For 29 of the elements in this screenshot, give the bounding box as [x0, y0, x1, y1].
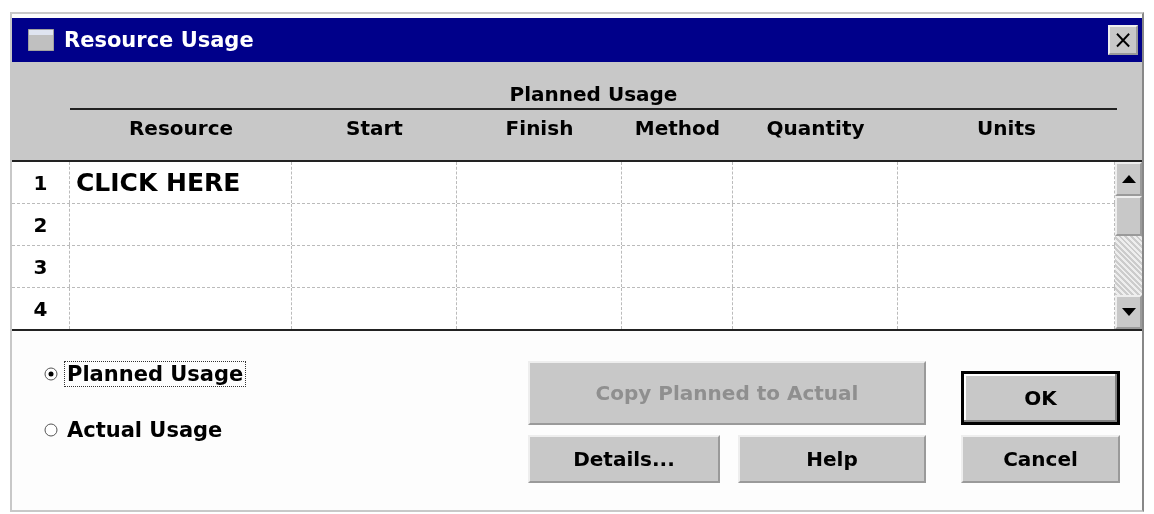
close-button[interactable]: × — [1108, 25, 1138, 55]
column-header: Quantity — [765, 115, 866, 140]
row-number: 4 — [33, 296, 48, 321]
window-icon — [28, 29, 54, 51]
column-header: Start — [345, 115, 404, 140]
column-header: Method — [633, 115, 722, 140]
cancel-button[interactable]: Cancel — [961, 435, 1120, 483]
radio-button[interactable] — [44, 423, 58, 437]
scroll-up-button[interactable] — [1115, 162, 1142, 196]
column-group-header: Planned Usage — [70, 62, 1117, 110]
column-header: Resource — [127, 115, 235, 140]
up-arrow-icon — [1121, 175, 1136, 183]
radio-button[interactable] — [44, 367, 58, 381]
ok-button[interactable]: OK — [961, 371, 1120, 425]
radio-label[interactable]: Planned Usage — [64, 361, 247, 387]
help-button[interactable]: Help — [738, 435, 926, 483]
details-button[interactable]: Details... — [528, 435, 720, 483]
grid-cell-text[interactable]: CLICK HERE — [76, 168, 241, 197]
column-header: Units — [976, 115, 1037, 140]
row-number: 3 — [33, 254, 48, 279]
scroll-thumb[interactable] — [1115, 196, 1142, 236]
down-arrow-icon — [1121, 308, 1136, 316]
row-number: 2 — [33, 212, 48, 237]
row-number: 1 — [33, 170, 48, 195]
vertical-scrollbar[interactable] — [1115, 162, 1142, 329]
window-title: Resource Usage — [64, 28, 255, 52]
radio-label[interactable]: Actual Usage — [64, 417, 226, 443]
column-header: Finish — [504, 115, 575, 140]
scroll-down-button[interactable] — [1115, 295, 1142, 329]
